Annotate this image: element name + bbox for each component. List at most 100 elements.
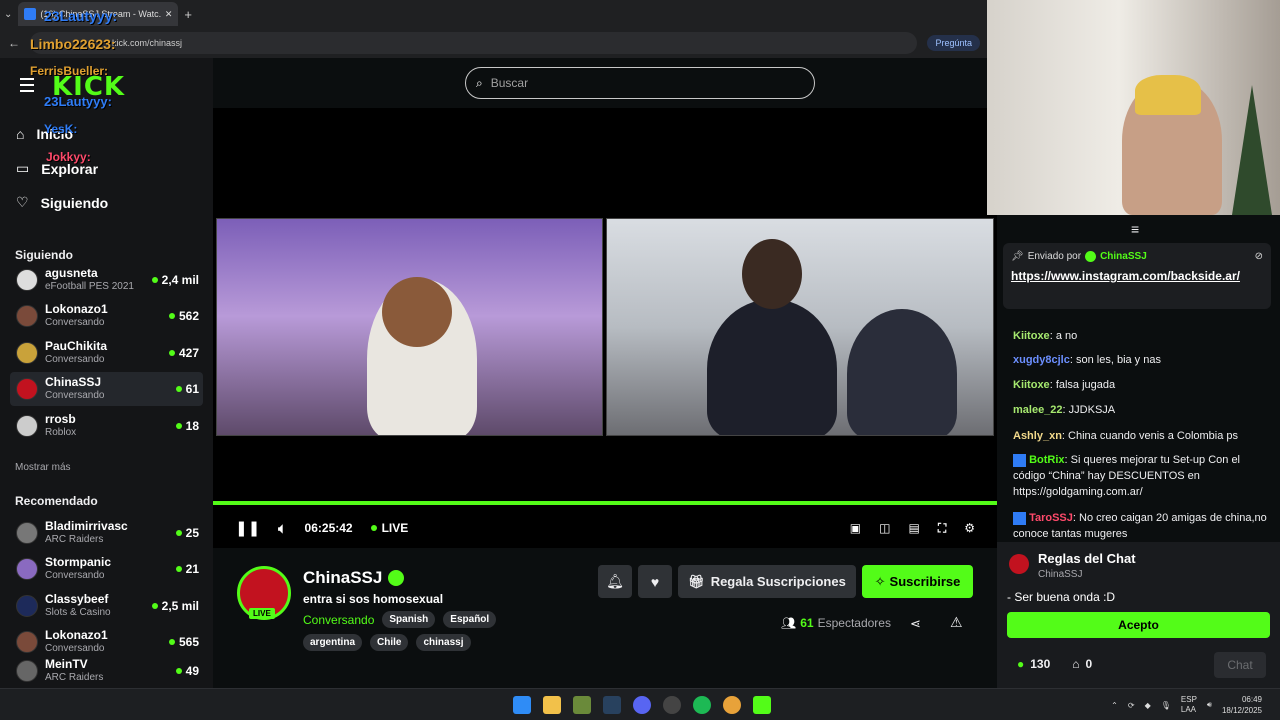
sidebar-channel-rrosb[interactable]: rrosb Roblox 18 (10, 409, 203, 443)
sidebar-channel-lokonazo1[interactable]: Lokonazo1 Conversando 565 (10, 625, 203, 659)
channel-name: Bladimirrivasc (45, 519, 128, 533)
chat-text: China cuando venis a Colombia ps (1068, 430, 1239, 442)
search-input[interactable]: ⌕ Buscar (465, 67, 815, 99)
windows-start-icon[interactable] (513, 696, 531, 714)
obs-icon[interactable] (663, 696, 681, 714)
chat-username[interactable]: Kiitoxe (1013, 330, 1050, 342)
tray-app-icon[interactable]: ◆ (1145, 701, 1151, 710)
pause-icon[interactable]: ❚❚ (235, 519, 260, 537)
spotify-icon[interactable] (693, 696, 711, 714)
store-button[interactable]: ⌂ 0 (1072, 657, 1092, 671)
channel-category: eFootball PES 2021 (45, 281, 134, 292)
system-clock[interactable]: 06:49 18/12/2025 (1222, 694, 1262, 716)
miniplayer-icon[interactable]: ▣ (850, 521, 861, 535)
kick-app-icon[interactable] (753, 696, 771, 714)
channel-name: agusneta (45, 266, 98, 280)
steam-icon[interactable] (603, 696, 621, 714)
unpin-icon[interactable]: ⊘ (1255, 251, 1263, 262)
channel-points[interactable]: ● 130 (1017, 657, 1050, 671)
share-icon[interactable]: ⋖ (910, 616, 921, 632)
follow-heart-button[interactable]: ♥ (638, 565, 672, 598)
file-explorer-icon[interactable] (543, 696, 561, 714)
video-progress-bar[interactable] (213, 501, 997, 505)
chat-username[interactable]: BotRix (1029, 454, 1064, 466)
sidebar-channel-agusneta[interactable]: agusneta eFootball PES 2021 2,4 mil (10, 263, 203, 297)
sidebar-channel-meintv[interactable]: MeinTV ARC Raiders 49 (10, 655, 203, 687)
stream-tag[interactable]: argentina (303, 634, 363, 651)
pinned-link[interactable]: https://www.instagram.com/backside.ar/ (1011, 268, 1263, 284)
chrome-icon[interactable] (723, 696, 741, 714)
report-warning-icon[interactable]: ⚠ (950, 614, 963, 631)
fullscreen-icon[interactable]: ⛶ (938, 521, 946, 536)
windows-taskbar: ⌃ ⟳ ◆ 🎙︎ ESP LAA 🔊︎ 06:49 18/12/2025 (0, 688, 1280, 720)
notification-bell-button[interactable]: 🔔︎ (598, 565, 632, 598)
sidebar-channel-classybeef[interactable]: Classybeef Slots & Casino 2,5 mil (10, 589, 203, 623)
discord-icon[interactable] (633, 696, 651, 714)
language-tag[interactable]: Español (443, 611, 497, 628)
viewer-count: 61 (800, 616, 814, 630)
chat-text: son les, bia y nas (1075, 354, 1161, 366)
stream-time: 06:25:42 (304, 521, 353, 535)
show-more-link[interactable]: Mostrar más (15, 462, 71, 473)
subscribe-button[interactable]: ✧ Suscribirse (862, 565, 973, 598)
pinned-user[interactable]: ChinaSSJ (1100, 251, 1147, 262)
channel-name[interactable]: ChinaSSJ (303, 568, 382, 588)
tray-chevron-icon[interactable]: ⌃ (1111, 701, 1118, 710)
stream-tag[interactable]: chinassj (416, 634, 471, 651)
url-input[interactable]: kick.com/chinassj (30, 32, 918, 54)
chat-username[interactable]: TaroSSJ (1029, 512, 1073, 524)
video-cam-right (606, 218, 994, 436)
menu-hamburger-icon[interactable] (20, 78, 34, 96)
channel-category: Conversando (45, 643, 105, 654)
viewer-count: 25 (185, 526, 199, 540)
minecraft-icon[interactable] (573, 696, 591, 714)
verified-badge-icon (388, 570, 405, 586)
channel-category: Conversando (45, 570, 105, 581)
chat-username[interactable]: Ashly_xn (1013, 430, 1062, 442)
theater-mode-icon[interactable]: ▤ (908, 521, 919, 535)
live-dot-icon (175, 386, 182, 392)
avatar (16, 269, 38, 291)
accept-rules-button[interactable]: Acepto (1007, 612, 1270, 638)
tab-list-icon[interactable]: ⌄ (4, 9, 12, 20)
new-tab-icon[interactable]: + (184, 7, 192, 22)
tab-close-icon[interactable]: ✕ (165, 9, 173, 20)
browse-icon: ▭ (16, 160, 30, 176)
store-icon: ⌂ (1072, 657, 1080, 671)
sidebar-channel-pauchikita[interactable]: PauChikita Conversando 427 (10, 336, 203, 370)
settings-gear-icon[interactable]: ⚙ (964, 521, 975, 535)
chat-username[interactable]: Kiitoxe (1013, 379, 1050, 391)
category-link[interactable]: Conversando (303, 613, 374, 627)
volume-icon[interactable]: 🔈︎ (278, 520, 286, 537)
back-arrow-icon[interactable]: ← (8, 36, 20, 50)
avatar (16, 558, 38, 580)
pinned-message: 📌︎ Enviado por ChinaSSJ ⊘ https://www.in… (1003, 243, 1271, 309)
chat-username[interactable]: malee_22 (1013, 404, 1063, 416)
nav-siguiendo[interactable]: ♡ Siguiendo (16, 194, 108, 211)
sidebar-channel-chinassj[interactable]: ChinaSSJ Conversando 61 (10, 372, 203, 406)
send-chat-button[interactable]: Chat (1214, 652, 1266, 678)
streamer-head (742, 239, 802, 309)
avatar (16, 305, 38, 327)
streamer-figure (707, 299, 837, 435)
chat-collapse-icon[interactable]: ≡ (1131, 221, 1139, 237)
volume-tray-icon[interactable]: 🔊︎ (1207, 700, 1212, 710)
sidebar-channel-bladimirrivasc[interactable]: Bladimirrivasc ARC Raiders 25 (10, 516, 203, 550)
tray-network-icon[interactable]: ⟳ (1128, 701, 1135, 710)
stream-title: entra si sos homosexual (303, 592, 444, 606)
sidebar-channel-stormpanic[interactable]: Stormpanic Conversando 21 (10, 552, 203, 586)
avatar (16, 522, 38, 544)
tray-language[interactable]: ESP LAA (1181, 695, 1197, 715)
microphone-icon[interactable]: 🎙︎ (1161, 701, 1171, 710)
chat-username[interactable]: xugdy8cjlc (1013, 354, 1070, 366)
channel-info: LIVE ChinaSSJ entra si sos homosexual Co… (213, 548, 997, 688)
ask-button[interactable]: Pregúnta (927, 35, 980, 51)
clip-icon[interactable]: ◫ (879, 521, 890, 535)
language-tag[interactable]: Spanish (382, 611, 436, 628)
stream-tag[interactable]: Chile (370, 634, 409, 651)
recommended-header: Recomendado (15, 494, 98, 508)
video-player[interactable]: ❚❚ 🔈︎ 06:25:42 LIVE ▣ ◫ ▤ ⛶ ⚙ (213, 108, 997, 548)
sidebar-channel-lokonazo1[interactable]: Lokonazo1 Conversando 562 (10, 299, 203, 333)
kick-favicon-icon (24, 8, 37, 20)
gift-subs-button[interactable]: 🎁︎ Regala Suscripciones (678, 565, 856, 598)
